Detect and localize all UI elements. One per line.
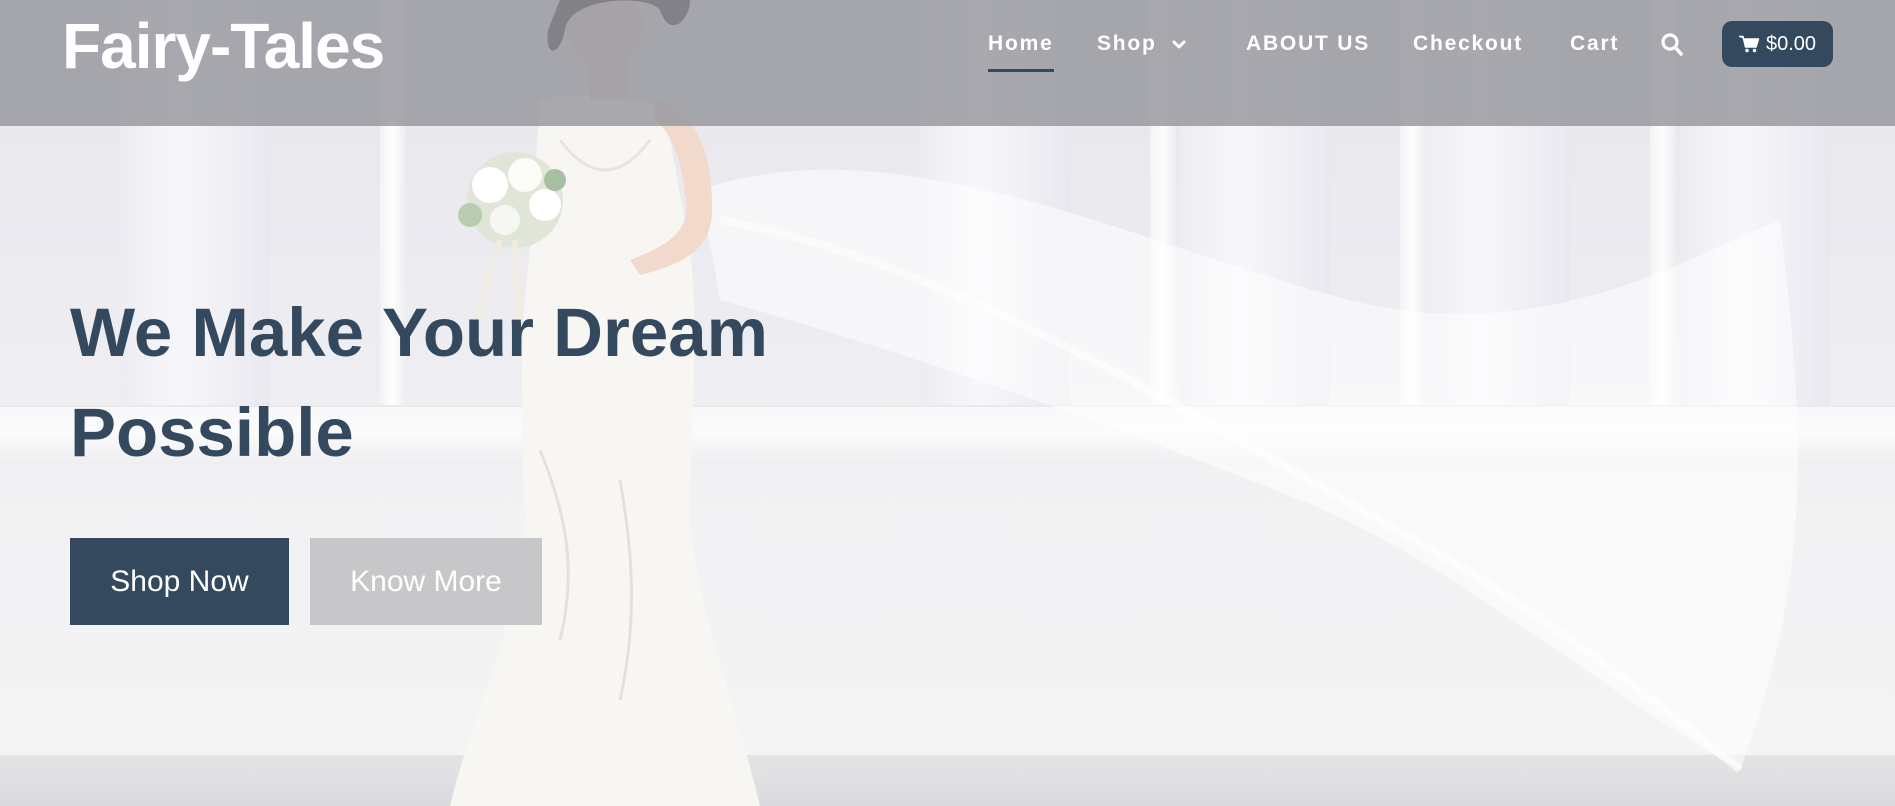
nav-shop[interactable]: Shop (1097, 32, 1157, 56)
know-more-button[interactable]: Know More (310, 538, 542, 625)
search-icon[interactable] (1660, 32, 1684, 58)
hero-title: We Make Your Dream Possible (70, 294, 768, 471)
nav-checkout[interactable]: Checkout (1413, 32, 1523, 56)
shopping-cart-icon (1738, 35, 1760, 53)
site-header: Fairy-Tales Home Shop ABOUT US Checkout … (0, 0, 1895, 126)
nav-home[interactable]: Home (988, 32, 1054, 72)
main-navigation: Home Shop ABOUT US Checkout Cart $0.00 (0, 20, 1895, 72)
cart-total-button[interactable]: $0.00 (1722, 21, 1833, 67)
nav-cart[interactable]: Cart (1570, 32, 1619, 56)
chevron-down-icon[interactable] (1172, 38, 1186, 52)
shop-now-button[interactable]: Shop Now (70, 538, 289, 625)
nav-about-us[interactable]: ABOUT US (1246, 32, 1370, 56)
cart-total: $0.00 (1765, 32, 1817, 55)
